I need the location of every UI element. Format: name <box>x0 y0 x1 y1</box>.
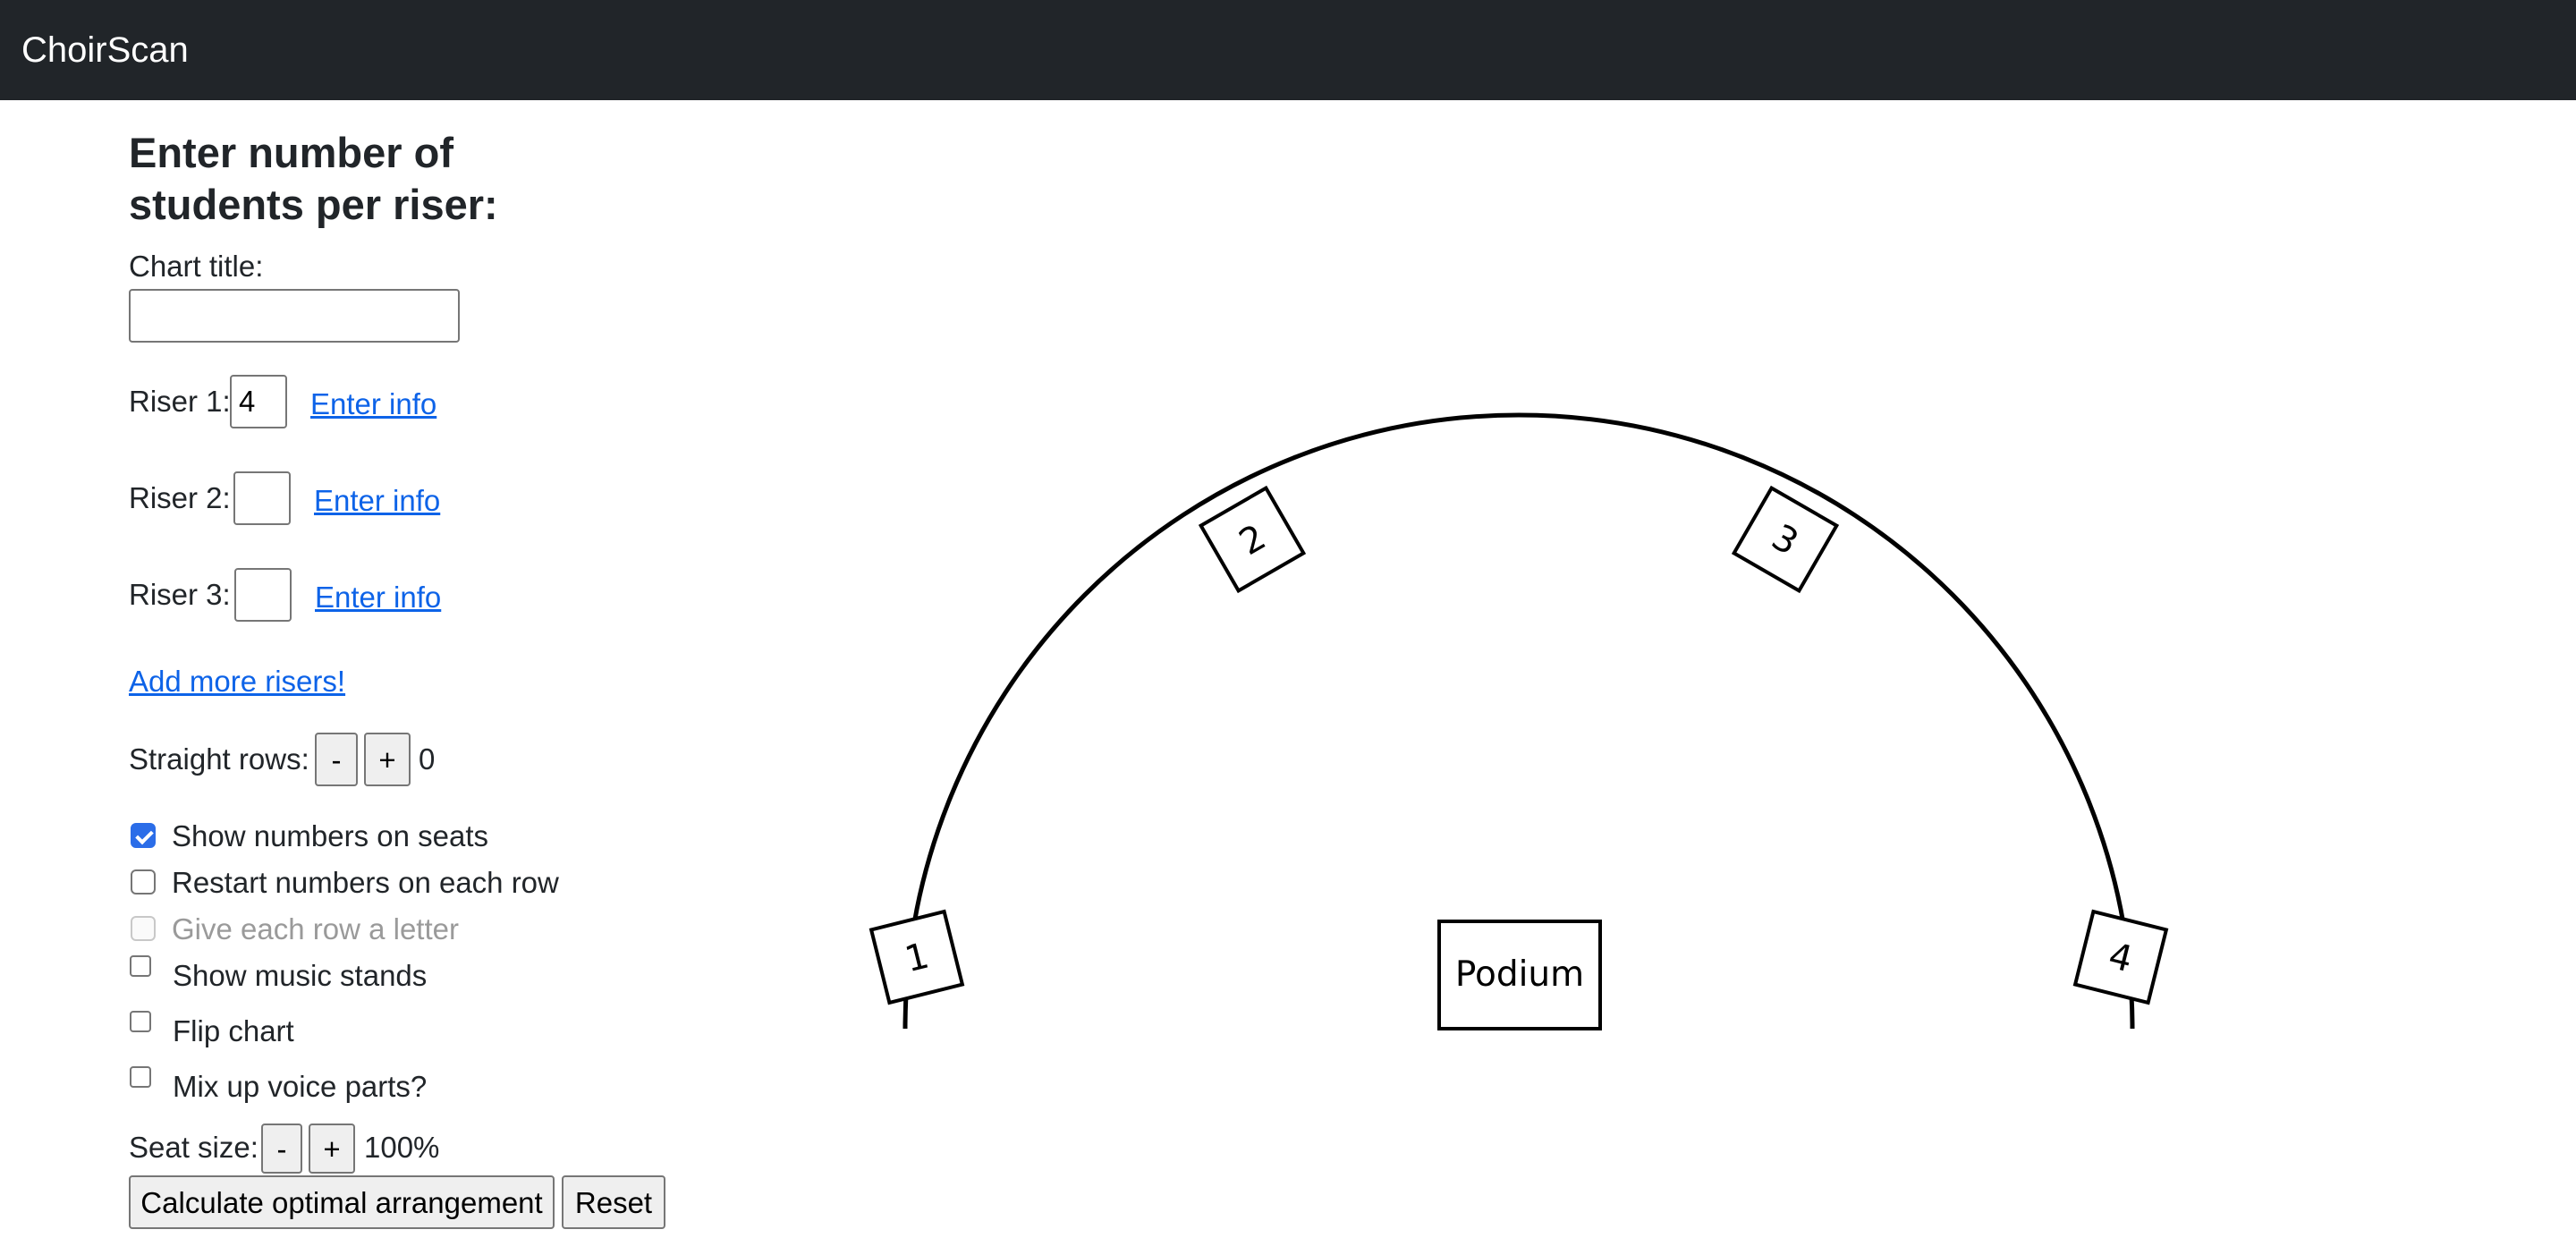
podium: Podium <box>1437 920 1602 1030</box>
seat-1[interactable]: 1 <box>869 909 965 1005</box>
seat-3[interactable]: 3 <box>1731 485 1840 594</box>
seat-2[interactable]: 2 <box>1198 485 1307 594</box>
seat-4[interactable]: 4 <box>2072 909 2169 1005</box>
podium-label: Podium <box>1455 954 1584 995</box>
seating-chart-canvas: Podium 1 2 3 4 <box>869 412 2169 1030</box>
